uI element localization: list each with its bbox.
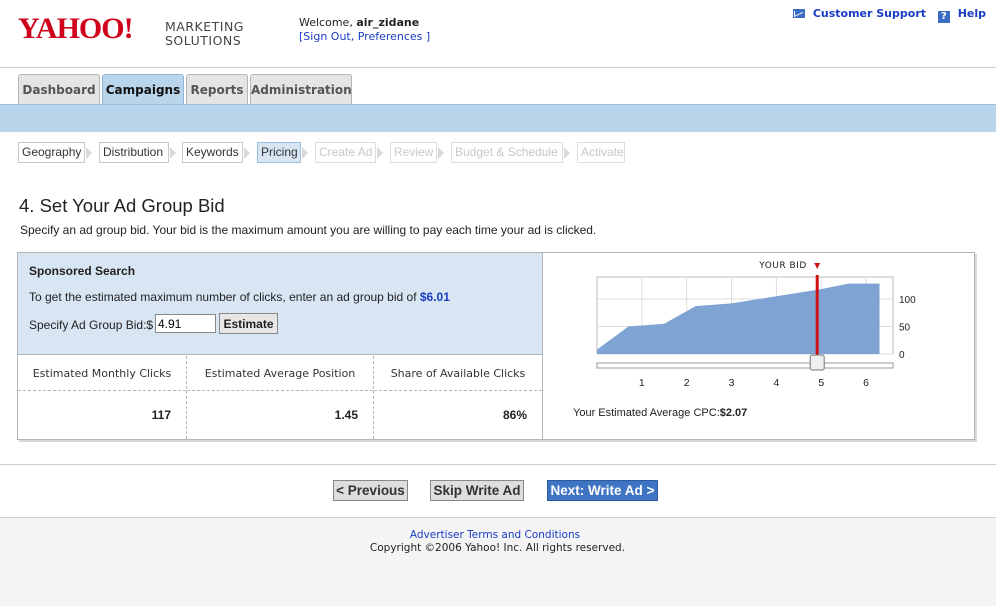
stat-column: Estimated Average Position 1.45: [187, 356, 374, 439]
step-geography[interactable]: Geography: [18, 142, 85, 163]
account-links[interactable]: [Sign Out, Preferences ]: [299, 30, 430, 44]
stat-value: 117: [151, 408, 171, 422]
divider: [0, 464, 996, 465]
suggested-bid-text: To get the estimated maximum number of c…: [29, 290, 450, 304]
footer: Advertiser Terms and Conditions Copyrigh…: [0, 517, 996, 606]
previous-button[interactable]: < Previous: [333, 480, 408, 501]
step-distribution[interactable]: Distribution: [99, 142, 169, 163]
step-budget-schedule: Budget & Schedule: [451, 142, 563, 163]
copyright-text: Copyright ©2006 Yahoo! Inc. All rights r…: [369, 542, 626, 554]
x-tick-label: 1: [639, 377, 645, 389]
bid-panel: Sponsored Search To get the estimated ma…: [17, 252, 975, 440]
step-arrow-icon: [170, 147, 176, 159]
step-arrow-icon: [86, 147, 92, 159]
help-link[interactable]: Help: [958, 7, 986, 20]
step-activate: Activate: [577, 142, 625, 163]
stat-value: 86%: [502, 408, 527, 422]
bid-field-label: Specify Ad Group Bid:$: [29, 318, 154, 332]
x-tick-label: 4: [773, 377, 779, 389]
logo-sub-line-2: SOLUTIONS: [165, 33, 242, 48]
tab-administration[interactable]: Administration: [250, 74, 352, 104]
sub-nav-bar: [0, 104, 996, 132]
bid-slider-handle: [809, 354, 825, 371]
sponsored-search-title: Sponsored Search: [29, 264, 136, 278]
yahoo-logo[interactable]: YAHOO!: [18, 12, 134, 46]
step-review: Review: [390, 142, 437, 163]
tab-reports[interactable]: Reports: [186, 74, 248, 104]
y-tick-label: 0: [899, 350, 905, 361]
skip-write-ad-button[interactable]: Skip Write Ad: [430, 480, 524, 501]
stat-label: Estimated Monthly Clicks: [18, 356, 186, 391]
step-arrow-icon: [564, 147, 570, 159]
page-description: Specify an ad group bid. Your bid is the…: [20, 223, 597, 237]
welcome-block: Welcome, air_zidane [Sign Out, Preferenc…: [299, 16, 430, 44]
bid-slider-track: [596, 362, 894, 369]
sponsored-search-box: Sponsored Search To get the estimated ma…: [18, 253, 542, 355]
step-arrow-icon: [438, 147, 444, 159]
bid-arrow-icon: [814, 263, 821, 269]
page-title: 4. Set Your Ad Group Bid: [19, 195, 225, 216]
y-tick-label: 100: [899, 295, 916, 306]
logo-sub-line-1: MARKETING: [165, 19, 244, 34]
bid-input[interactable]: [155, 314, 216, 333]
x-tick-label: 3: [729, 377, 735, 389]
step-pricing[interactable]: Pricing: [257, 142, 301, 163]
stat-column: Share of Available Clicks 86%: [374, 356, 542, 439]
suggested-bid-label: To get the estimated maximum number of c…: [29, 290, 417, 304]
x-tick-label: 6: [863, 377, 869, 389]
step-arrow-icon: [244, 147, 250, 159]
tab-campaigns[interactable]: Campaigns: [102, 74, 184, 104]
step-arrow-icon: [377, 147, 383, 159]
step-keywords[interactable]: Keywords: [182, 142, 243, 163]
logo-subtitle: MARKETING SOLUTIONS: [165, 20, 244, 48]
header: YAHOO! MARKETING SOLUTIONS Welcome, air_…: [0, 0, 996, 68]
stat-label: Share of Available Clicks: [374, 356, 542, 391]
suggested-bid-value: $6.01: [419, 290, 450, 304]
stat-value: 1.45: [334, 408, 358, 422]
help-icon: ?: [937, 11, 950, 23]
terms-link[interactable]: Advertiser Terms and Conditions: [0, 529, 990, 541]
bid-chart-section: 100 50 0 1 2 3 4 5 6 YOUR BID Your Estimated Aver…: [543, 253, 974, 439]
estimate-button[interactable]: Estimate: [219, 313, 278, 334]
bid-landscape-chart: 100 50 0 1 2 3 4 5 6 YOUR BID: [596, 261, 916, 389]
step-arrow-icon: [302, 147, 308, 159]
stat-column: Estimated Monthly Clicks 117: [18, 356, 187, 439]
top-links: Customer Support ? Help: [789, 7, 986, 23]
username: air_zidane: [356, 16, 420, 29]
bid-form-section: Sponsored Search To get the estimated ma…: [18, 253, 543, 439]
cpc-label: Your Estimated Average CPC:: [573, 407, 720, 419]
your-bid-label: YOUR BID: [758, 261, 807, 271]
x-tick-label: 2: [684, 377, 690, 389]
y-tick-label: 50: [899, 323, 911, 334]
customer-support-link[interactable]: Customer Support: [813, 7, 926, 20]
step-create-ad: Create Ad: [315, 142, 376, 163]
x-tick-label: 5: [818, 377, 824, 389]
welcome-prefix: Welcome,: [299, 16, 353, 29]
tab-dashboard[interactable]: Dashboard: [18, 74, 100, 104]
cpc-value: $2.07: [719, 407, 748, 419]
mail-icon: [792, 9, 805, 18]
next-write-ad-button[interactable]: Next: Write Ad >: [547, 480, 658, 501]
estimated-cpc: Your Estimated Average CPC:$2.07: [573, 407, 747, 419]
stat-label: Estimated Average Position: [187, 356, 373, 391]
